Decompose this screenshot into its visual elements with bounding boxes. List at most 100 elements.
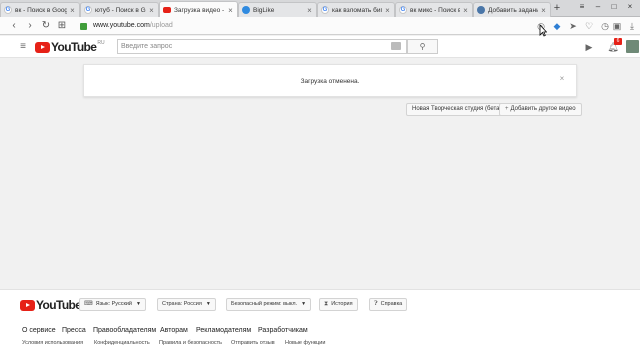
url-path: /upload <box>149 22 173 29</box>
google-icon: G <box>4 6 12 14</box>
back-icon[interactable]: ‹ <box>8 19 20 33</box>
youtube-play-icon <box>35 41 50 53</box>
biglike-icon <box>242 6 250 14</box>
help-label: Справка <box>380 301 403 307</box>
history-clock-icon[interactable]: ◷ <box>599 20 611 32</box>
safety-mode-label: Безопасный режим: выкл. <box>231 301 298 307</box>
tab-title: ютуб - Поиск в Google <box>95 6 146 14</box>
lock-icon <box>80 22 87 30</box>
plus-icon: + <box>505 106 509 112</box>
youtube-logo[interactable]: YouTube RU <box>35 40 105 54</box>
hamburger-menu-icon[interactable]: ≡ <box>17 41 29 53</box>
tab-close-icon[interactable]: × <box>227 6 234 15</box>
reload-icon[interactable]: ↻ <box>40 19 52 33</box>
new-creator-studio-label: Новая Творческая студия (бета) <box>412 106 502 112</box>
url-host: www.youtube.com <box>93 22 150 29</box>
footer-link-about[interactable]: О сервисе <box>22 327 56 334</box>
avatar[interactable] <box>626 40 639 53</box>
tab-close-icon[interactable]: × <box>306 6 313 15</box>
caret-down-icon: ▼ <box>136 301 141 307</box>
tab-title: вк микс - Поиск в Google <box>410 6 460 14</box>
language-label: Язык: Русский <box>95 301 132 307</box>
upload-video-icon[interactable]: ▶ <box>583 41 595 53</box>
tab-close-icon[interactable]: × <box>69 6 76 15</box>
menu-icon[interactable]: ≡ <box>575 1 589 13</box>
youtube-icon <box>163 7 171 13</box>
caret-down-icon: ▼ <box>301 301 307 307</box>
browser-tab[interactable]: G вк микс - Поиск в Google × <box>395 2 473 17</box>
keyboard-icon[interactable] <box>391 42 401 50</box>
tab-title: Добавить задание <box>488 6 538 14</box>
history-label: История <box>331 301 353 307</box>
download-icon[interactable]: ⤓ <box>626 20 638 32</box>
mouse-cursor-icon <box>539 24 547 37</box>
wallet-icon[interactable]: ▣ <box>611 20 623 32</box>
tabs-grid-icon[interactable]: ⊞ <box>56 19 68 33</box>
footer-link-feedback[interactable]: Отправить отзыв <box>231 340 275 346</box>
footer-link-terms[interactable]: Условия использования <box>22 340 83 346</box>
browser-tab-active[interactable]: Загрузка видео - YouTube × <box>159 1 238 18</box>
browser-tab[interactable]: BigLike × <box>238 2 317 17</box>
new-tab-button[interactable]: + <box>551 2 563 14</box>
notification-badge: 6 <box>614 38 622 45</box>
footer-link-new-features[interactable]: Новые функции <box>285 340 325 346</box>
google-icon: G <box>399 6 407 14</box>
browser-tab[interactable]: Добавить задание × <box>473 2 551 17</box>
help-icon: ❓︎ <box>374 301 378 307</box>
hourglass-icon: ⧗ <box>324 301 329 307</box>
search-icon: ⚲ <box>419 42 426 51</box>
search-button[interactable]: ⚲ <box>407 39 438 54</box>
footer-link-copyright[interactable]: Правообладателям <box>93 327 156 334</box>
google-icon: G <box>84 6 92 14</box>
tab-title: как взломать биглайк <box>332 6 382 14</box>
add-another-video-label: Добавить другое видео <box>510 106 576 112</box>
forward-icon[interactable]: › <box>24 19 36 33</box>
tab-close-icon[interactable]: × <box>462 6 469 15</box>
footer-link-policy[interactable]: Правила и безопасность <box>159 340 222 346</box>
footer-link-developers[interactable]: Разработчикам <box>258 327 308 334</box>
browser-tab-strip: G вк - Поиск в Google × G ютуб - Поиск в… <box>0 0 640 18</box>
history-button[interactable]: ⧗ История <box>319 298 358 311</box>
search-input[interactable]: Введите запрос <box>117 39 407 54</box>
country-button[interactable]: Страна: Россия ▼ <box>157 298 216 311</box>
country-label: Страна: Россия <box>162 301 202 307</box>
footer-link-press[interactable]: Пресса <box>62 327 86 334</box>
shield-icon[interactable]: ◆ <box>551 20 563 32</box>
language-icon: ⌨ <box>84 301 93 307</box>
notice-text: Загрузка отменена. <box>300 78 360 85</box>
safety-mode-button[interactable]: Безопасный режим: выкл. ▼ <box>226 298 312 311</box>
youtube-play-icon <box>20 299 35 311</box>
browser-tab[interactable]: G как взломать биглайк × <box>317 2 395 17</box>
footer-youtube-logo[interactable]: YouTube <box>20 298 82 312</box>
browser-tab[interactable]: G ютуб - Поиск в Google × <box>80 2 159 17</box>
heart-icon[interactable]: ♡ <box>583 20 595 32</box>
logo-text: YouTube <box>51 40 97 54</box>
address-bar[interactable]: www.youtube.com/upload <box>80 20 173 32</box>
maximize-icon[interactable]: □ <box>607 1 621 13</box>
close-window-icon[interactable]: × <box>623 1 637 13</box>
tab-close-icon[interactable]: × <box>540 6 547 15</box>
vk-icon <box>477 6 485 14</box>
youtube-footer: YouTube ⌨ Язык: Русский ▼ Страна: Россия… <box>0 289 640 360</box>
upload-cancelled-notice: Загрузка отменена. × <box>83 64 577 97</box>
add-another-video-button[interactable]: + Добавить другое видео <box>499 103 582 116</box>
country-code: RU <box>97 40 105 46</box>
close-icon[interactable]: × <box>558 75 566 83</box>
caret-down-icon: ▼ <box>205 301 211 307</box>
google-icon: G <box>321 6 329 14</box>
help-button[interactable]: ❓︎ Справка <box>369 298 408 311</box>
send-icon[interactable]: ➤ <box>567 20 579 32</box>
tab-title: Загрузка видео - YouTube <box>174 6 225 14</box>
footer-logo-text: YouTube <box>36 298 82 312</box>
footer-link-privacy[interactable]: Конфиденциальность <box>94 340 150 346</box>
footer-link-creators[interactable]: Авторам <box>160 327 188 334</box>
language-button[interactable]: ⌨ Язык: Русский ▼ <box>79 298 146 311</box>
new-creator-studio-button[interactable]: Новая Творческая студия (бета) <box>406 103 508 116</box>
tab-close-icon[interactable]: × <box>148 6 155 15</box>
tab-close-icon[interactable]: × <box>384 6 391 15</box>
browser-tab[interactable]: G вк - Поиск в Google × <box>0 2 80 17</box>
tab-title: вк - Поиск в Google <box>15 6 67 14</box>
tab-title: BigLike <box>253 6 275 14</box>
minimize-icon[interactable]: – <box>591 1 605 13</box>
footer-link-advertisers[interactable]: Рекламодателям <box>196 327 251 334</box>
